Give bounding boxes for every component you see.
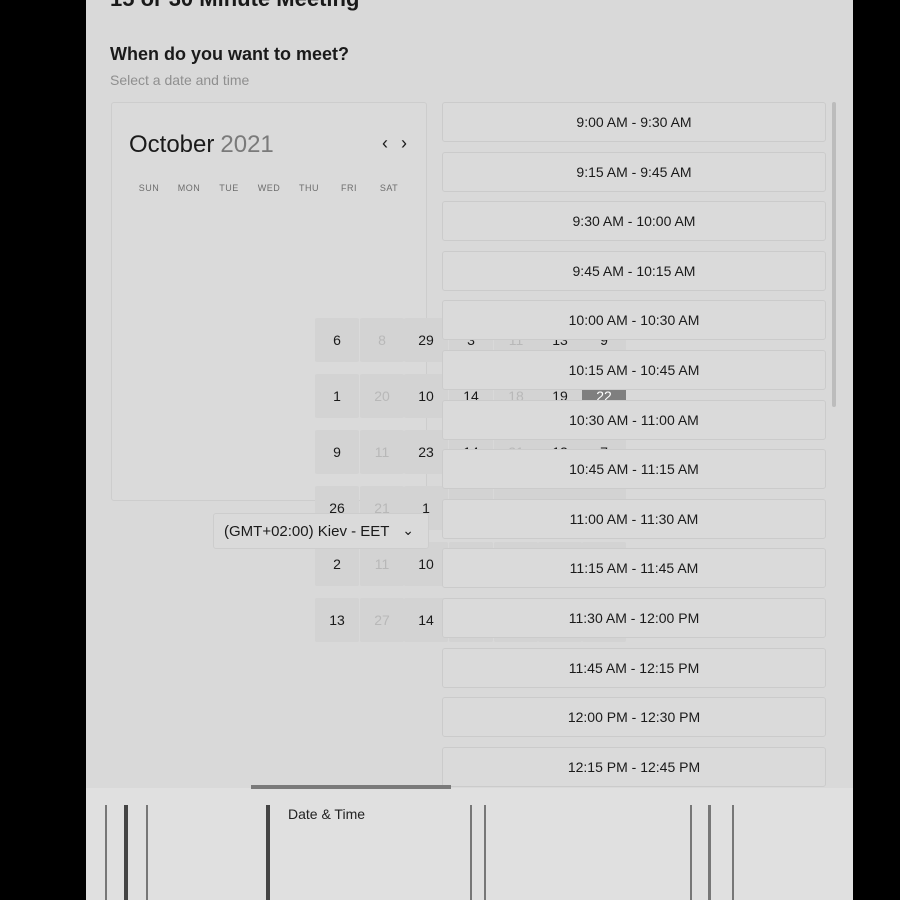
tab-stripe (266, 805, 270, 900)
calendar-day[interactable]: 9 (315, 430, 359, 474)
calendar-day[interactable]: 6 (315, 318, 359, 362)
tab-stripe (470, 805, 472, 900)
time-slot-button[interactable]: 10:15 AM - 10:45 AM (442, 350, 826, 390)
time-slot-button[interactable]: 11:45 AM - 12:15 PM (442, 647, 826, 688)
chevron-left-icon[interactable]: ‹ (382, 133, 388, 154)
time-slot-button[interactable]: 10:45 AM - 11:15 AM (442, 449, 826, 490)
weekday-label: FRI (341, 183, 357, 193)
calendar-month: October (129, 131, 215, 158)
time-slot-button[interactable]: 10:30 AM - 11:00 AM (442, 399, 826, 440)
time-slot-button[interactable]: 9:30 AM - 10:00 AM (442, 201, 826, 242)
tab-stripe (690, 805, 692, 900)
timezone-value: (GMT+02:00) Kiev - EET (224, 522, 390, 540)
section-subheading: Select a date and time (110, 72, 250, 88)
tab-stripe (124, 805, 128, 900)
calendar-day[interactable]: 8 (360, 318, 404, 362)
tab-date-time[interactable]: Date & Time (288, 806, 365, 822)
calendar-day[interactable]: 20 (360, 374, 404, 418)
time-slot-button[interactable]: 12:15 PM - 12:45 PM (442, 746, 826, 787)
weekday-label: WED (257, 183, 281, 193)
time-slot-button[interactable]: 9:15 AM - 9:45 AM (442, 151, 826, 192)
chevron-down-icon: ⌄ (402, 522, 414, 538)
calendar-year: 2021 (220, 131, 274, 158)
weekday-header: SUN MON TUE WED THU FRI SAT (129, 183, 409, 193)
time-slot-button[interactable]: 11:30 AM - 12:00 PM (442, 598, 826, 638)
time-slot-button[interactable]: 11:15 AM - 11:45 AM (442, 548, 826, 589)
time-slot-button[interactable]: 9:45 AM - 10:15 AM (442, 250, 826, 291)
tab-stripe (484, 805, 486, 900)
tab-stripe (105, 805, 107, 900)
active-tab-indicator (251, 785, 451, 789)
weekday-label: MON (177, 183, 201, 193)
weekday-label: SUN (138, 183, 160, 193)
time-slot-button[interactable]: 11:00 AM - 11:30 AM (442, 498, 826, 539)
tab-stripe (146, 805, 148, 900)
chevron-right-icon[interactable]: › (401, 133, 407, 154)
time-slot-scrollbar[interactable] (832, 102, 836, 407)
weekday-label: SAT (379, 183, 399, 193)
tab-stripe (708, 805, 711, 900)
time-slot-button[interactable]: 12:00 PM - 12:30 PM (442, 697, 826, 738)
section-heading: When do you want to meet? (110, 44, 349, 64)
calendar-day[interactable]: 1 (315, 374, 359, 418)
calendar-month-year: October 2021 (129, 131, 274, 159)
tab-stripe (732, 805, 734, 900)
meeting-title: 15 or 30 Minute Meeting (110, 0, 359, 12)
time-slot-button[interactable]: 10:00 AM - 10:30 AM (442, 300, 826, 341)
calendar-day[interactable]: 11 (360, 430, 404, 474)
calendar-day[interactable]: 27 (360, 598, 404, 642)
weekday-label: TUE (219, 183, 239, 193)
weekday-label: THU (299, 183, 319, 193)
time-slot-button[interactable]: 9:00 AM - 9:30 AM (442, 102, 826, 142)
calendar-day[interactable]: 13 (315, 598, 359, 642)
timezone-select[interactable]: (GMT+02:00) Kiev - EET ⌄ (213, 513, 429, 549)
scheduler-panel: 15 or 30 Minute Meeting When do you want… (86, 0, 853, 900)
